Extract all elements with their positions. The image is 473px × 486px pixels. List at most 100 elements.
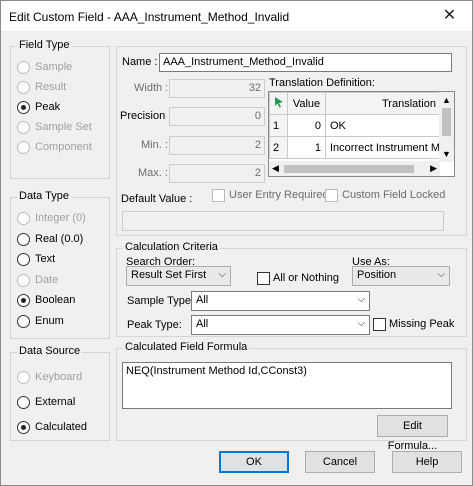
radio-label: Boolean <box>35 294 76 306</box>
data-source-legend: Data Source <box>17 345 83 357</box>
radio-label: Sample <box>35 61 73 73</box>
radio-sample[interactable]: Sample <box>17 59 72 75</box>
close-icon[interactable]: ✕ <box>427 1 472 31</box>
radio-keyboard[interactable]: Keyboard <box>17 369 82 385</box>
radio-label: Text <box>35 253 56 265</box>
min-label: Min. : <box>141 139 168 151</box>
radio-indicator <box>17 420 30 434</box>
radio-indicator <box>17 80 30 94</box>
use-as-select[interactable]: Position ⌵ <box>352 266 450 286</box>
col-header-translation[interactable]: Translation <box>325 92 441 115</box>
field-type-legend: Field Type <box>17 39 72 51</box>
sample-type-label: Sample Type: <box>127 295 195 307</box>
radio-text[interactable]: Text <box>17 251 55 267</box>
radio-indicator <box>17 370 30 384</box>
chevron-down-icon: ⌵ <box>437 269 445 280</box>
scroll-thumb[interactable] <box>442 108 451 136</box>
cancel-button[interactable]: Cancel <box>305 451 375 473</box>
data-type-legend: Data Type <box>17 190 71 202</box>
radio-label: External <box>35 396 76 408</box>
precision-label: Precision : <box>120 110 172 122</box>
window-title: Edit Custom Field - AAA_Instrument_Metho… <box>9 10 290 24</box>
radio-indicator <box>17 140 30 154</box>
radio-real[interactable]: Real (0.0) <box>17 231 83 247</box>
value-cell[interactable]: 0 <box>287 114 326 137</box>
name-input[interactable]: AAA_Instrument_Method_Invalid <box>159 53 452 72</box>
radio-peak[interactable]: Peak <box>17 99 60 115</box>
col-header-value[interactable]: Value <box>287 92 326 115</box>
radio-label: Date <box>35 274 59 286</box>
ok-button[interactable]: OK <box>219 451 289 473</box>
formula-legend: Calculated Field Formula <box>123 341 250 353</box>
radio-label: Peak <box>35 101 61 113</box>
translation-cell[interactable]: Incorrect Instrument Met <box>325 136 441 159</box>
all-or-nothing-checkbox[interactable] <box>257 272 270 285</box>
use-as-value: Position <box>357 269 397 281</box>
help-button[interactable]: Help <box>392 451 462 473</box>
radio-boolean[interactable]: Boolean <box>17 292 75 308</box>
scroll-left-icon[interactable]: ◀ <box>272 163 279 174</box>
custom-field-locked-label: Custom Field Locked <box>342 189 446 201</box>
custom-field-locked-checkbox[interactable] <box>325 189 338 202</box>
radio-indicator <box>17 252 30 266</box>
scroll-right-icon[interactable]: ▶ <box>430 163 437 174</box>
min-field: 2 <box>169 136 265 155</box>
name-label: Name : <box>122 56 158 68</box>
default-value-input[interactable] <box>122 211 444 231</box>
peak-type-select[interactable]: All ⌵ <box>191 315 370 335</box>
radio-label: Calculated <box>35 421 87 433</box>
chevron-down-icon: ⌵ <box>357 318 365 329</box>
translation-cell[interactable]: OK <box>325 114 441 137</box>
radio-integer[interactable]: Integer (0) <box>17 210 86 226</box>
radio-component[interactable]: Component <box>17 139 92 155</box>
radio-indicator <box>17 395 30 409</box>
all-or-nothing-label: All or Nothing <box>273 272 340 284</box>
radio-indicator <box>17 314 30 328</box>
radio-sample-set[interactable]: Sample Set <box>17 119 92 135</box>
user-entry-label: User Entry Required <box>229 189 329 201</box>
horizontal-scrollbar[interactable]: ◀ ▶ <box>269 161 440 176</box>
radio-calculated[interactable]: Calculated <box>17 419 87 435</box>
dialog-window: Edit Custom Field - AAA_Instrument_Metho… <box>0 0 473 486</box>
value-cell[interactable]: 1 <box>287 136 326 159</box>
row-number: 1 <box>269 114 288 137</box>
max-field: 2 <box>169 164 265 183</box>
radio-indicator <box>17 60 30 74</box>
chevron-down-icon: ⌵ <box>357 294 365 305</box>
translation-title: Translation Definition: <box>269 77 375 89</box>
radio-indicator <box>17 120 30 134</box>
search-order-select[interactable]: Result Set First ⌵ <box>126 266 231 286</box>
max-label: Max. : <box>138 167 168 179</box>
edit-formula-button[interactable]: Edit Formula... <box>377 415 448 452</box>
missing-peak-checkbox[interactable] <box>373 318 386 331</box>
calculation-criteria-legend: Calculation Criteria <box>123 241 220 253</box>
field-type-group: Field Type Sample Result Peak Sample Set… <box>10 39 110 179</box>
scroll-up-icon[interactable]: ▲ <box>442 95 451 105</box>
table-row[interactable]: 2 1 Incorrect Instrument Met <box>269 136 441 159</box>
peak-type-label: Peak Type: <box>127 319 182 331</box>
scroll-down-icon[interactable]: ▼ <box>442 149 451 159</box>
select-arrow-icon <box>274 97 283 108</box>
radio-indicator <box>17 273 30 287</box>
translation-grid[interactable]: Value Translation 1 0 OK 2 1 Incorrect I… <box>268 91 455 177</box>
formula-textarea[interactable]: NEQ(Instrument Method Id,CConst3) <box>122 362 452 409</box>
radio-label: Real (0.0) <box>35 233 84 245</box>
data-type-group: Data Type Integer (0) Real (0.0) Text Da… <box>10 190 110 339</box>
peak-type-value: All <box>196 318 209 330</box>
radio-date[interactable]: Date <box>17 272 58 288</box>
radio-external[interactable]: External <box>17 394 75 410</box>
radio-indicator <box>17 211 30 225</box>
radio-indicator <box>17 232 30 246</box>
missing-peak-label: Missing Peak <box>389 318 455 330</box>
radio-enum[interactable]: Enum <box>17 313 64 329</box>
radio-label: Component <box>35 141 92 153</box>
scroll-thumb[interactable] <box>284 165 414 173</box>
sample-type-select[interactable]: All ⌵ <box>191 291 370 311</box>
radio-label: Keyboard <box>35 371 83 383</box>
search-order-value: Result Set First <box>131 269 207 281</box>
radio-result[interactable]: Result <box>17 79 66 95</box>
radio-label: Enum <box>35 315 64 327</box>
user-entry-checkbox[interactable] <box>212 189 225 202</box>
vertical-scrollbar[interactable]: ▲ ▼ <box>439 92 454 162</box>
table-row[interactable]: 1 0 OK <box>269 114 441 137</box>
